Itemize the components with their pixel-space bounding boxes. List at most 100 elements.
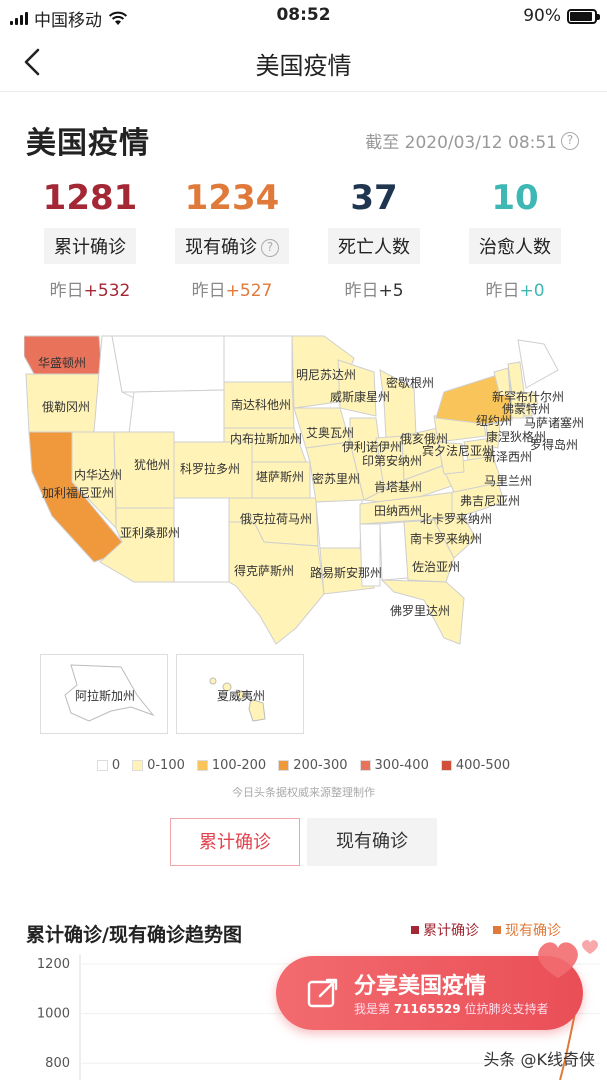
legend-item: 400-500: [440, 758, 511, 773]
legend-item: 0-100: [132, 758, 185, 773]
label-south-carolina: 南卡罗来纳州: [410, 532, 483, 546]
stat-value: 37: [350, 178, 398, 218]
stat-value: 10: [491, 178, 539, 218]
label-colorado: 科罗拉多州: [180, 462, 241, 476]
stat-label: 现有确诊?: [175, 228, 289, 264]
inset-hawaii[interactable]: 夏威夷州: [176, 654, 304, 734]
label-california: 加利福尼亚州: [42, 486, 115, 500]
battery-percent: 90%: [523, 6, 561, 26]
label-alaska: 阿拉斯加州: [75, 689, 136, 703]
stat-value: 1281: [42, 178, 138, 218]
legend-label: 400-500: [455, 758, 511, 773]
share-subtitle: 我是第 71165529 位抗肺炎支持者: [354, 1000, 548, 1017]
legend-swatch: [411, 926, 419, 934]
update-time: 截至 2020/03/12 08:51 ?: [365, 128, 579, 153]
app-screen: 中国移动 08:52 90% 美国疫情 美国疫情 截至 2020/03/12 0…: [0, 0, 607, 1080]
label-new-jersey: 新泽西州: [484, 450, 533, 464]
y-tick-label: 800: [45, 1056, 70, 1071]
label-hawaii: 夏威夷州: [217, 689, 266, 703]
stat-current: 1234 现有确诊? 昨日+527: [157, 178, 307, 301]
label-indiana: 印第安纳州: [362, 454, 423, 468]
state-north-dakota: [223, 335, 293, 383]
stat-delta: 昨日+5: [299, 276, 449, 301]
y-tick-label: 1200: [37, 957, 70, 972]
label-georgia: 佐治亚州: [412, 560, 461, 574]
share-title: 分享美国疫情: [354, 974, 487, 999]
watermark: 头条 @K线奇侠: [483, 1050, 595, 1069]
share-sub-suffix: 位抗肺炎支持者: [460, 1002, 549, 1016]
legend-swatch: [359, 760, 371, 771]
legend-swatch: [278, 760, 290, 771]
stat-label-text: 现有确诊: [185, 237, 257, 258]
legend-label: 0-100: [147, 758, 185, 773]
label-michigan: 密歇根州: [386, 376, 435, 390]
stat-cumulative: 1281 累计确诊 昨日+532: [15, 178, 165, 301]
stat-delta-value: +527: [225, 281, 273, 301]
tab-cumulative[interactable]: 累计确诊: [170, 818, 300, 866]
legend-swatch: [196, 760, 208, 771]
label-wisconsin: 威斯康星州: [330, 390, 391, 404]
hearts-icon: [538, 939, 598, 978]
state-alabama: [379, 521, 409, 581]
label-tennessee: 田纳西州: [374, 504, 423, 518]
share-sub-prefix: 我是第: [354, 1002, 394, 1016]
label-minnesota: 明尼苏达州: [296, 368, 357, 382]
label-florida: 佛罗里达州: [390, 604, 451, 618]
label-south-dakota: 南达科他州: [231, 398, 292, 412]
stat-delta-value: +0: [519, 281, 545, 301]
help-icon[interactable]: ?: [261, 239, 279, 257]
inset-alaska[interactable]: 阿拉斯加州: [40, 654, 168, 734]
legend-item: 300-400: [359, 758, 429, 773]
clock: 08:52: [276, 5, 331, 25]
stat-delta: 昨日+527: [157, 276, 307, 301]
legend-label: 300-400: [374, 758, 429, 773]
stat-label: 死亡人数: [328, 228, 420, 264]
legend-swatch: [440, 760, 452, 771]
status-bar: 中国移动 08:52 90%: [0, 0, 607, 32]
label-texas: 得克萨斯州: [234, 564, 295, 578]
stat-delta-prefix: 昨日: [485, 281, 520, 301]
label-massachusetts: 马萨诸塞州: [524, 416, 585, 430]
legend-label: 累计确诊: [423, 923, 479, 939]
legend-swatch: [96, 760, 108, 771]
trend-title: 累计确诊/现有确诊趋势图: [26, 924, 242, 946]
state-arkansas: [315, 499, 363, 549]
label-kentucky: 肯塔基州: [374, 480, 423, 494]
label-rhode-island: 罗得岛州: [530, 438, 579, 452]
label-north-carolina: 北卡罗来纳州: [420, 512, 493, 526]
nav-bar: 美国疫情: [0, 32, 607, 92]
label-arizona: 亚利桑那州: [120, 526, 181, 540]
battery-status: 90%: [523, 6, 600, 26]
stats-panel: 1281 累计确诊 昨日+532 1234 现有确诊? 昨日+527 37 死亡…: [0, 178, 607, 301]
legend-swatch: [493, 926, 501, 934]
stat-label: 治愈人数: [469, 228, 561, 264]
map-legend: 0 0-100 100-200 200-300 300-400 400-500: [0, 758, 607, 773]
stat-value: 1234: [184, 178, 280, 218]
label-utah: 犹他州: [134, 458, 171, 472]
legend-label: 0: [111, 758, 121, 773]
battery-icon: [567, 8, 600, 24]
page-title: 美国疫情: [26, 126, 150, 161]
stat-label-text: 治愈人数: [479, 237, 551, 258]
label-kansas: 堪萨斯州: [256, 470, 305, 484]
stat-label: 累计确诊: [44, 228, 136, 264]
stat-delta-value: +5: [378, 281, 404, 301]
stat-recovered: 10 治愈人数 昨日+0: [440, 178, 590, 301]
legend-item: 100-200: [196, 758, 266, 773]
label-maryland: 马里兰州: [484, 474, 533, 488]
help-icon[interactable]: ?: [561, 131, 579, 150]
label-nevada: 内华达州: [74, 468, 123, 482]
stat-delta-prefix: 昨日: [191, 281, 226, 301]
stat-label-text: 累计确诊: [54, 237, 126, 258]
legend-label: 200-300: [293, 758, 348, 773]
label-missouri: 密苏里州: [312, 472, 361, 486]
tab-current[interactable]: 现有确诊: [307, 818, 437, 866]
state-maine: [517, 339, 559, 389]
label-washington: 华盛顿州: [38, 356, 87, 370]
supporter-number: 71165529: [393, 1002, 461, 1016]
stat-delta: 昨日+532: [15, 276, 165, 301]
share-icon: [307, 978, 338, 1008]
legend-swatch: [132, 760, 144, 771]
legend-cumulative: 累计确诊: [411, 920, 479, 940]
us-map[interactable]: 华盛顿州 俄勒冈州 内华达州 加利福尼亚州 犹他州 亚利桑那州 科罗拉多州 南达…: [23, 332, 584, 648]
